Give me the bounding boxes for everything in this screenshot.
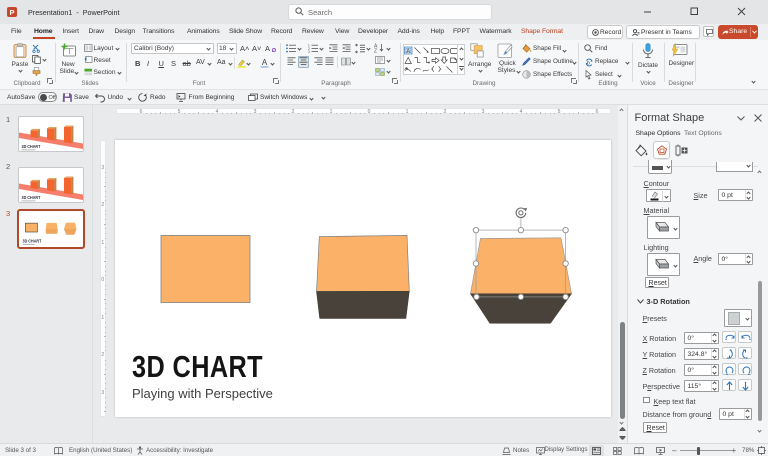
svg-text:Z: Z [374, 48, 377, 54]
svg-text:3D CHART: 3D CHART [21, 194, 40, 199]
svg-text:3D CHART: 3D CHART [22, 238, 41, 243]
svg-text:A: A [262, 58, 268, 67]
svg-text:P: P [9, 8, 14, 17]
svg-text:3: 3 [308, 50, 310, 54]
svg-text:b: b [587, 60, 590, 66]
svg-text:3D CHART: 3D CHART [21, 143, 40, 148]
svg-text:A: A [406, 48, 410, 54]
